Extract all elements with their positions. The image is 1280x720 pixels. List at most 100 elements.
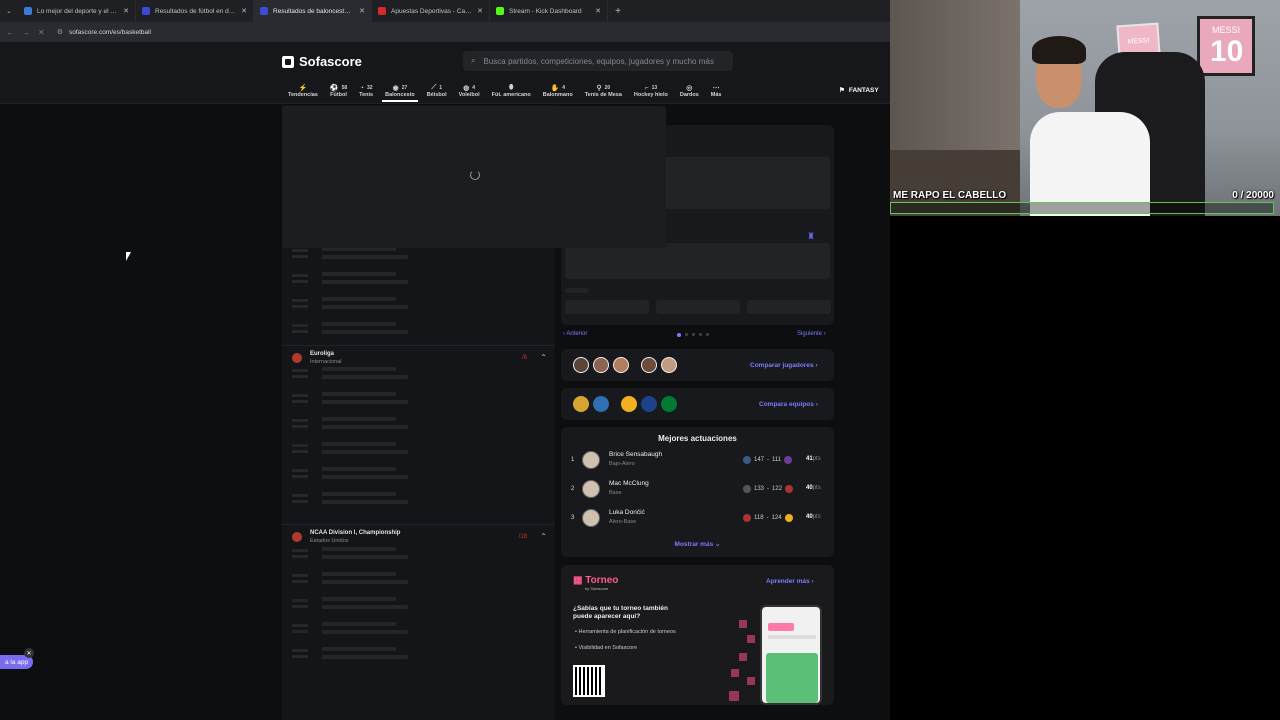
league-country: Estados Unidos: [310, 537, 349, 544]
player-position: Bajo-Alero: [609, 461, 635, 467]
sport-label: Tenis de Mesa: [584, 92, 622, 98]
compare-players-link[interactable]: Comparar jugadores ›: [750, 362, 818, 369]
tab-sport-5[interactable]: ◍ 4 Voleibol: [453, 80, 486, 102]
search-box[interactable]: ⌕: [463, 51, 733, 71]
close-icon[interactable]: ✕: [123, 7, 129, 15]
league-info: NCAA Division I, Championship Estados Uni…: [310, 530, 400, 544]
tab-sport-2[interactable]: ◔ 32 Tenis: [353, 80, 379, 102]
close-icon[interactable]: ✕: [359, 7, 365, 15]
tennis-icon: ◔: [359, 84, 364, 92]
mouse-cursor-icon: [126, 252, 131, 261]
performance-row[interactable]: 3 Luka Dončić Alero-Base 118-124 40pts: [561, 505, 834, 531]
carousel-dots[interactable]: [677, 333, 709, 337]
torneo-byline: by Sofascore: [585, 586, 609, 591]
browser-tab[interactable]: Stream - Kick Dashboard ✕: [490, 0, 608, 22]
event-row-placeholder: [290, 467, 550, 485]
torneo-bullet-1: • Herramienta de planificación de torneo…: [575, 629, 676, 635]
back-icon[interactable]: ←: [6, 28, 14, 37]
points: 40pts: [806, 485, 821, 491]
tab-sport-8[interactable]: ⚲ 20 Tenis de Mesa: [579, 80, 628, 102]
site-header: Sofascore ⌕ ⚡Tendencias⚽58Fútbol◔32Tenis…: [0, 42, 890, 104]
league-name: NCAA Division I, Championship: [310, 529, 401, 536]
tab-search-icon[interactable]: ⌄: [0, 0, 18, 22]
league-count: /18: [518, 533, 527, 540]
points-value: 41: [806, 456, 813, 462]
tab-sport-4[interactable]: ⟋ 1 Béisbol: [421, 80, 453, 102]
reload-icon[interactable]: ✕: [38, 28, 45, 37]
performance-row[interactable]: 2 Mac McClung Base 133-122 40pts: [561, 476, 834, 502]
rank: 2: [571, 486, 575, 492]
avatar: [661, 357, 677, 373]
points: 40pts: [806, 514, 821, 520]
streamer-hair: [1032, 36, 1086, 64]
sport-count: 4: [472, 85, 476, 91]
favicon-icon: [496, 7, 504, 15]
league-header[interactable]: Euroliga Internacional/6 ⌃: [282, 345, 555, 369]
sofascore-logo[interactable]: Sofascore: [282, 54, 362, 69]
tab-sport-6[interactable]: ⬮ Fút. americano: [486, 80, 537, 102]
league-header[interactable]: NCAA Division I, Championship Estados Uni…: [282, 524, 555, 548]
site-info-icon[interactable]: ⚙: [57, 28, 63, 36]
darts-icon: ◎: [686, 85, 693, 92]
compare-teams-link[interactable]: Compara equipos ›: [759, 401, 818, 408]
match-score: 118-124: [743, 514, 793, 522]
browser-tab-active[interactable]: Resultados de baloncesto en di✕: [254, 0, 372, 22]
sport-icon-row: ⚲ 20: [596, 84, 610, 92]
close-icon[interactable]: ✕: [595, 7, 601, 15]
tab-sport-11[interactable]: ⋯ Más: [705, 80, 728, 102]
performance-row[interactable]: 1 Brice Sensabaugh Bajo-Alero 147-111 41pts: [561, 447, 834, 473]
team-logo-icon: [573, 396, 589, 412]
close-icon[interactable]: ✕: [477, 7, 483, 15]
event-row-placeholder: [290, 442, 550, 460]
score-away: 124: [771, 515, 782, 521]
avatar: [641, 357, 657, 373]
torneo-promo-card: ▦ Torneo by Sofascore Aprender más › ¿Sa…: [561, 565, 834, 705]
event-row-placeholder: [290, 547, 550, 565]
compare-players-card[interactable]: Comparar jugadores ›: [561, 349, 834, 381]
goal-progress-bar: [890, 202, 1274, 214]
points-value: 40: [806, 485, 813, 491]
event-row-placeholder: [290, 417, 550, 435]
trophy-icon: ♜: [807, 231, 816, 241]
score-home: 118: [754, 515, 764, 521]
tab-sport-0[interactable]: ⚡ Tendencias: [282, 80, 324, 102]
forward-icon[interactable]: →: [22, 28, 30, 37]
baseball-icon: ⟋: [431, 84, 437, 91]
torneo-bullet-2: • Visibilidad en Sofascore: [575, 645, 638, 651]
avatar: [582, 451, 600, 469]
close-icon[interactable]: ✕: [24, 648, 34, 658]
learn-more-link[interactable]: Aprender más ›: [766, 578, 814, 585]
browser-tab[interactable]: Apuestas Deportivas - Casa de ✕: [372, 0, 490, 22]
chevron-up-icon[interactable]: ⌃: [540, 532, 547, 541]
fantasy-link[interactable]: ⚑ FANTASY: [839, 86, 879, 95]
messi-poster: MESSI 10: [1197, 16, 1255, 76]
next-link[interactable]: Siguiente ›: [797, 331, 826, 337]
show-more-button[interactable]: Mostrar más ⌄: [561, 540, 834, 548]
new-tab-button[interactable]: +: [608, 0, 628, 22]
qr-code: [573, 665, 605, 697]
hockey-icon: ⌐: [644, 84, 649, 92]
chevron-up-icon[interactable]: ⌃: [540, 353, 547, 362]
sport-label: Baloncesto: [385, 92, 415, 98]
url-field[interactable]: ⚙ sofascore.com/es/basketball: [57, 28, 151, 37]
browser-tab[interactable]: Lo mejor del deporte y el entre ✕: [18, 0, 136, 22]
sport-label: Fútbol: [330, 92, 347, 98]
sport-label: Más: [710, 92, 722, 98]
table-tennis-icon: ⚲: [596, 85, 602, 92]
prev-link[interactable]: ‹ Anterior: [563, 331, 587, 337]
team-logo-icon: [784, 514, 793, 522]
tab-sport-3[interactable]: ◉ 27 Baloncesto: [379, 80, 421, 102]
close-icon[interactable]: ✕: [241, 7, 247, 15]
browser-tab-bar: ⌄ Lo mejor del deporte y el entre ✕ Resul…: [0, 0, 890, 22]
tab-sport-7[interactable]: ✋ 4 Balonmano: [537, 80, 579, 102]
compare-teams-card[interactable]: Compara equipos ›: [561, 388, 834, 420]
fantasy-icon: ⚑: [839, 87, 845, 94]
tab-sport-10[interactable]: ◎ Dardos: [674, 80, 705, 102]
browser-tab[interactable]: Resultados de fútbol en directo ✕: [136, 0, 254, 22]
tab-sport-9[interactable]: ⌐ 13 Hockey hielo: [628, 80, 674, 102]
favicon-icon: [24, 7, 32, 15]
score-home: 133: [754, 486, 765, 492]
search-input[interactable]: [483, 56, 724, 66]
team-logos: [573, 396, 677, 412]
tab-sport-1[interactable]: ⚽ 58 Fútbol: [324, 80, 353, 102]
